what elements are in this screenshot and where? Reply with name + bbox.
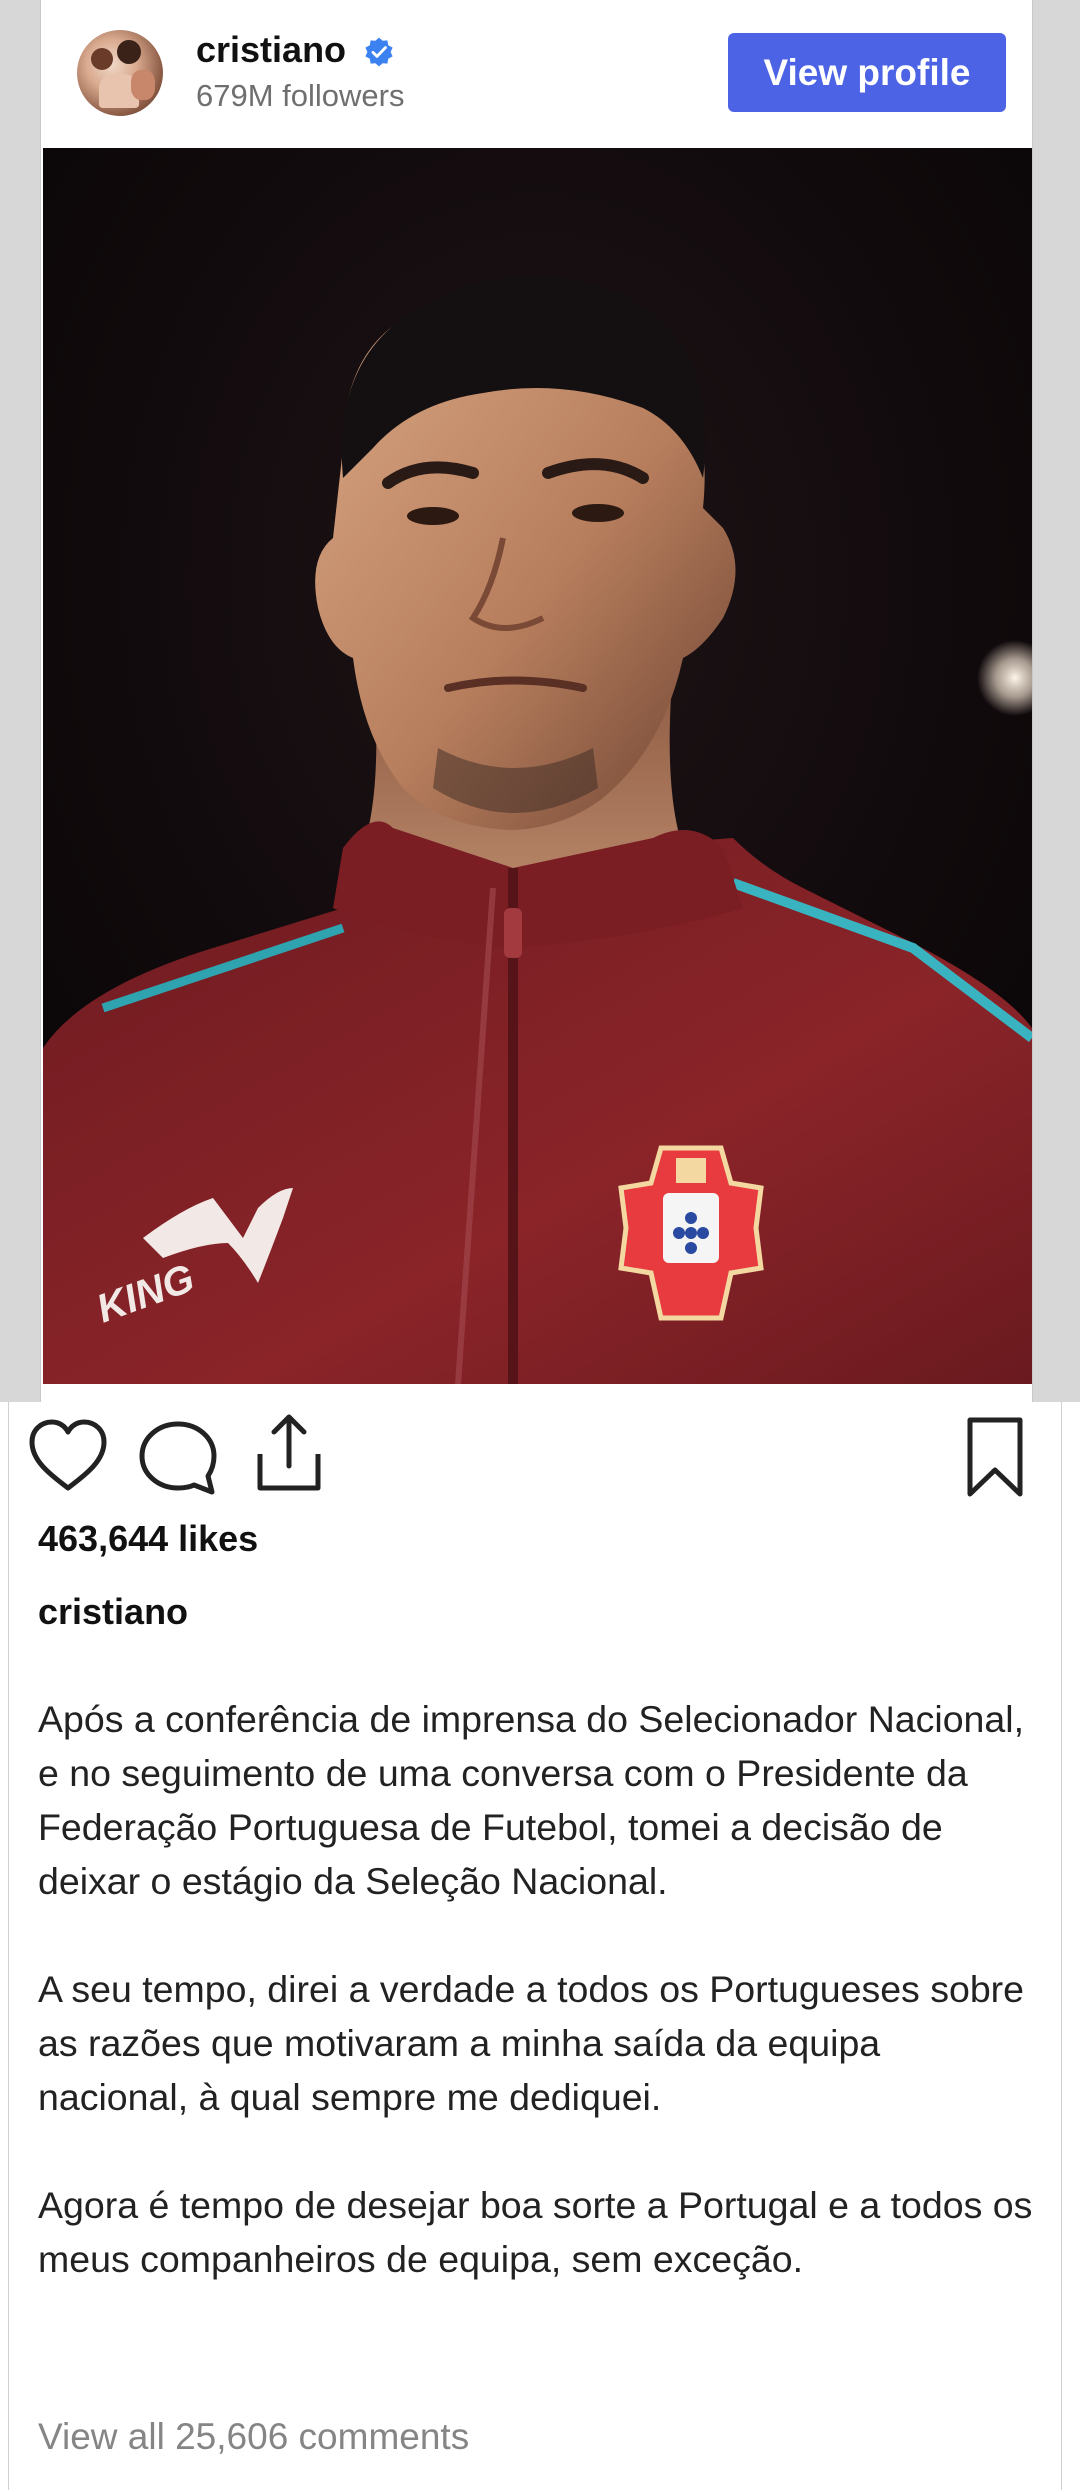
instagram-embed-card: cristiano 679M followers View profile KI… <box>40 0 1033 1402</box>
verified-badge-icon <box>365 37 393 67</box>
followers-count: 679M followers <box>196 78 405 113</box>
post-photo-illustration: KING <box>43 148 1032 1384</box>
post-photo[interactable]: KING <box>43 148 1032 1384</box>
likes-count[interactable]: 463,644 likes <box>38 1518 258 1560</box>
share-icon[interactable] <box>252 1410 326 1494</box>
caption-username[interactable]: cristiano <box>38 1591 188 1633</box>
heart-icon[interactable] <box>28 1418 108 1494</box>
view-all-comments-link[interactable]: View all 25,606 comments <box>38 2416 469 2458</box>
view-profile-button[interactable]: View profile <box>728 33 1006 112</box>
caption-paragraph: Após a conferência de imprensa do Seleci… <box>38 1698 1025 1902</box>
caption-paragraph: A seu tempo, direi a verdade a todos os … <box>38 1968 1025 2118</box>
username[interactable]: cristiano <box>196 28 346 72</box>
bookmark-icon[interactable] <box>962 1416 1028 1498</box>
post-header: cristiano 679M followers View profile <box>41 0 1032 148</box>
post-caption: Após a conferência de imprensa do Seleci… <box>38 1692 1038 2286</box>
comment-bubble-icon[interactable] <box>136 1418 220 1498</box>
avatar[interactable] <box>77 30 163 116</box>
caption-paragraph: Agora é tempo de desejar boa sorte a Por… <box>38 2184 1033 2280</box>
